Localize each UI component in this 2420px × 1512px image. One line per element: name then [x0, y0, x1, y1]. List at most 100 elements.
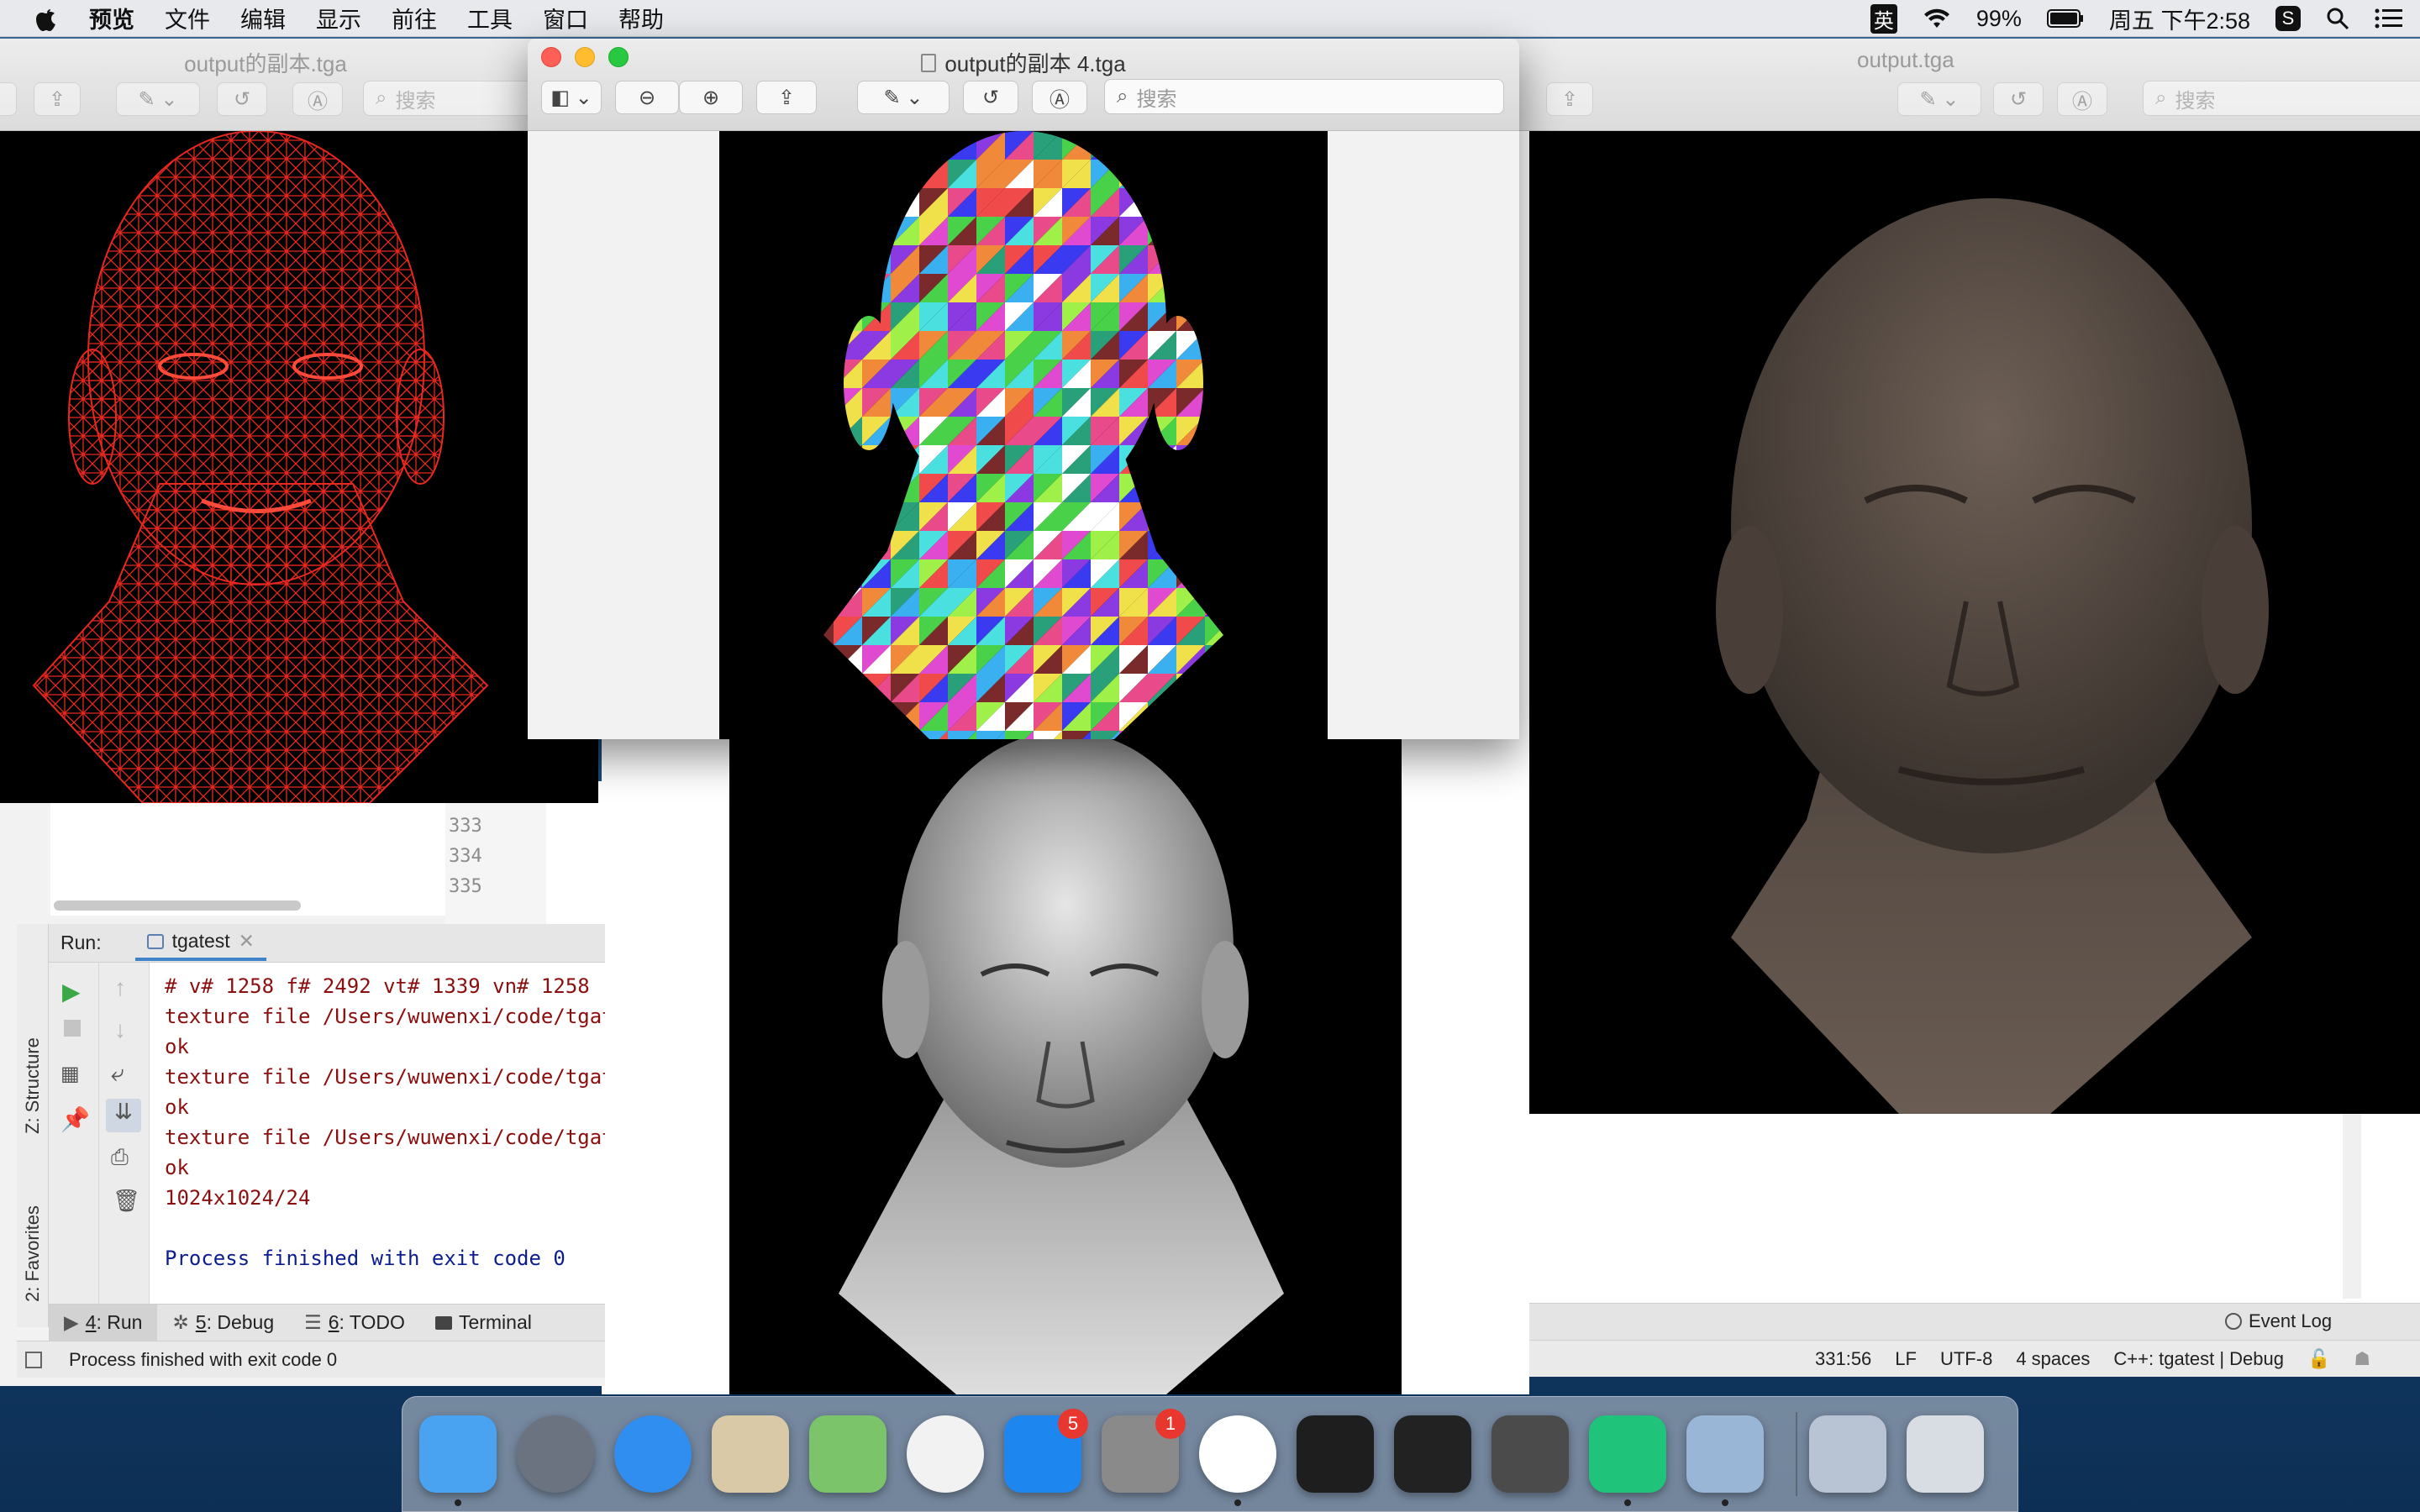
menu-edit[interactable]: 编辑	[240, 2, 286, 34]
mesh-triangle	[1319, 302, 1328, 331]
dock-documents-icon[interactable]	[1809, 1415, 1886, 1493]
dock-safari-icon[interactable]	[614, 1415, 692, 1493]
vertical-scrollbar[interactable]	[2343, 1114, 2361, 1299]
input-method-icon[interactable]: 英	[1870, 3, 1897, 34]
dock-mail-icon[interactable]	[712, 1415, 789, 1493]
annotate-button[interactable]: Ⓐ	[292, 82, 343, 116]
stop-icon[interactable]	[64, 1020, 81, 1037]
rerun-icon[interactable]: ▶	[62, 978, 81, 1005]
search-field[interactable]: ⌕ 搜索	[1104, 79, 1504, 114]
dock-system-preferences-icon[interactable]: 1	[1102, 1409, 1186, 1493]
console-output[interactable]: # v# 1258 f# 2492 vt# 1339 vn# 1258 text…	[150, 963, 605, 1327]
mesh-triangle	[776, 645, 805, 674]
shaded-head-render	[1716, 198, 2269, 1114]
mesh-triangle	[1205, 445, 1223, 474]
horizontal-scrollbar[interactable]	[54, 900, 301, 911]
todo-tool-tab[interactable]: ☰ 6: TODO	[289, 1311, 420, 1334]
sogou-icon[interactable]: S	[2275, 6, 2301, 31]
dock-chrome-icon[interactable]	[1199, 1415, 1276, 1506]
clock[interactable]: 周五 下午2:58	[2109, 3, 2250, 35]
dock-trash-icon[interactable]	[1907, 1415, 1984, 1493]
dock-sublime-text-icon[interactable]	[1491, 1415, 1569, 1493]
menu-window[interactable]: 窗口	[543, 2, 588, 34]
sidebar-button[interactable]	[0, 82, 17, 116]
favorites-tab[interactable]: 2: Favorites	[18, 1168, 47, 1302]
markup-button[interactable]: ✎ ⌄	[1897, 82, 1981, 116]
dock-preview-icon[interactable]	[1686, 1415, 1764, 1506]
share-button[interactable]: ⇪	[756, 81, 817, 114]
rotate-button[interactable]: ↺	[963, 81, 1018, 114]
run-tab-tgatest[interactable]: tgatest ✕	[134, 925, 266, 961]
soft-wrap-icon[interactable]: ⤶	[111, 1060, 124, 1088]
notification-center-icon[interactable]	[2375, 8, 2403, 29]
line-separator[interactable]: LF	[1895, 1348, 1917, 1370]
scroll-down-icon[interactable]: ↓	[114, 1016, 126, 1043]
close-tab-icon[interactable]: ✕	[239, 930, 255, 953]
file-encoding[interactable]: UTF-8	[1940, 1348, 1992, 1370]
dock-clion-icon[interactable]	[1589, 1415, 1666, 1506]
mesh-triangle	[891, 445, 919, 474]
share-button[interactable]: ⇪	[1546, 82, 1593, 116]
mesh-triangle	[1234, 502, 1262, 531]
mesh-triangle	[719, 474, 748, 502]
caret-position[interactable]: 331:56	[1815, 1348, 1871, 1370]
terminal-tool-tab[interactable]: Terminal	[420, 1311, 547, 1334]
event-log-tab[interactable]: Event Log	[2225, 1310, 2332, 1332]
status-message[interactable]: Process finished with exit code 0	[69, 1349, 337, 1371]
line-number: 334	[449, 846, 482, 867]
menu-help[interactable]: 帮助	[618, 2, 664, 34]
run-tool-tab[interactable]: ▶ 4: Run	[49, 1304, 158, 1341]
debug-tool-tab[interactable]: ✲ 5: Debug	[157, 1311, 289, 1334]
rotate-button[interactable]: ↺	[1993, 82, 2044, 116]
annotate-button[interactable]: Ⓐ	[2057, 82, 2107, 116]
mesh-triangle	[1234, 131, 1262, 160]
play-icon: ▶	[64, 1311, 79, 1333]
dock-app-store-icon[interactable]: 5	[1004, 1409, 1088, 1493]
dock-launchpad-icon[interactable]	[517, 1415, 594, 1493]
dock-photos-icon[interactable]	[907, 1415, 984, 1493]
zoom-out-button[interactable]: ⊖	[615, 81, 679, 114]
indent-setting[interactable]: 4 spaces	[2016, 1348, 2090, 1370]
app-menu[interactable]: 预览	[89, 2, 134, 34]
dock-finder-icon[interactable]	[419, 1415, 497, 1506]
apple-menu-icon[interactable]	[34, 4, 59, 33]
mesh-triangle	[748, 131, 776, 160]
lock-icon[interactable]: 🔓	[2307, 1348, 2330, 1370]
menu-file[interactable]: 文件	[165, 2, 210, 34]
search-field[interactable]: ⌕ 搜索	[2143, 81, 2420, 116]
menu-tools[interactable]: 工具	[467, 2, 513, 34]
inspector-icon[interactable]: ☗	[2354, 1348, 2370, 1370]
scroll-up-icon[interactable]: ↑	[114, 974, 126, 1001]
clear-all-icon[interactable]: 🗑	[113, 1188, 140, 1214]
markup-button[interactable]: ✎ ⌄	[857, 81, 950, 114]
mesh-triangle	[1291, 645, 1319, 674]
mesh-triangle	[1291, 245, 1319, 274]
layout-icon[interactable]: ▦	[60, 1062, 80, 1086]
battery-icon[interactable]	[2046, 9, 2084, 28]
structure-tab[interactable]: Z: Structure	[18, 1000, 47, 1134]
mesh-triangle	[1234, 674, 1262, 702]
toggle-tool-windows-icon[interactable]	[25, 1351, 42, 1368]
menu-view[interactable]: 显示	[316, 2, 361, 34]
zoom-in-button[interactable]: ⊕	[679, 81, 743, 114]
pin-icon[interactable]: 📌	[60, 1105, 90, 1133]
scroll-to-end-icon[interactable]: ⇊	[106, 1099, 141, 1132]
run-configuration[interactable]: C++: tgatest | Debug	[2113, 1348, 2284, 1370]
colored-triangles-render	[719, 131, 1328, 739]
notification-badge: 1	[1155, 1409, 1186, 1439]
print-icon[interactable]: ⎙	[111, 1144, 129, 1171]
menu-go[interactable]: 前往	[392, 2, 437, 34]
wifi-icon[interactable]	[1923, 8, 1951, 29]
annotate-button[interactable]: Ⓐ	[1032, 81, 1087, 114]
dock-activity-monitor-icon[interactable]	[1394, 1415, 1471, 1493]
front-preview-window: output的副本 4.tga ◧ ⌄ ⊖ ⊕ ⇪ ✎ ⌄ ↺ Ⓐ ⌕ 搜索	[528, 39, 1519, 739]
markup-button[interactable]: ✎ ⌄	[116, 82, 200, 116]
spotlight-icon[interactable]	[2326, 7, 2349, 30]
share-button[interactable]: ⇪	[34, 82, 81, 116]
sidebar-toggle-button[interactable]: ◧ ⌄	[541, 81, 602, 114]
dock-terminal-icon[interactable]	[1297, 1415, 1374, 1493]
rotate-button[interactable]: ↺	[217, 82, 267, 116]
dock-maps-icon[interactable]	[809, 1415, 886, 1493]
console-line: ok	[165, 1156, 189, 1179]
mesh-triangle	[823, 302, 834, 331]
